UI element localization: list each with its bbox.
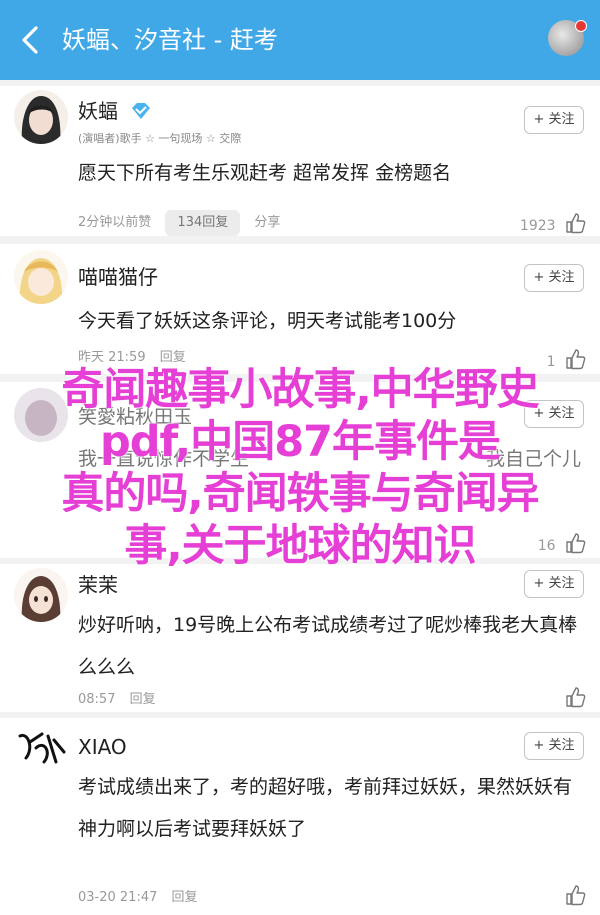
notification-dot	[575, 20, 587, 32]
thumbs-up-icon	[564, 884, 586, 906]
follow-button[interactable]: + 关注	[524, 106, 584, 134]
comment-author[interactable]: 茉茉	[78, 572, 118, 598]
comment-text: 炒好听呐，19号晚上公布考试成绩考过了呢炒棒我老大真棒么么么	[78, 614, 578, 678]
comment-time: 2分钟以前赞	[78, 215, 152, 230]
reply-button[interactable]: 回复	[130, 692, 156, 707]
thumbs-up-icon	[564, 686, 586, 708]
verified-badge-icon	[130, 102, 152, 120]
comment-text: 考试成绩出来了，考的超好哦，考前拜过妖妖，果然妖妖有神力啊以后考试要拜妖妖了	[78, 776, 573, 840]
overlay-headline: 奇闻趣事小故事,中华野史 pdf,中国87年事件是 真的吗,奇闻轶事与奇闻异 事…	[0, 364, 600, 572]
avatar[interactable]	[14, 90, 68, 144]
share-button[interactable]: 分享	[254, 215, 280, 230]
follow-button[interactable]: + 关注	[524, 570, 584, 598]
like-button[interactable]	[560, 884, 586, 906]
comment-author[interactable]: XIAO	[78, 734, 127, 760]
back-arrow-icon[interactable]	[16, 22, 48, 58]
avatar[interactable]	[14, 568, 68, 622]
comment-footer: 03-20 21:47 回复	[78, 886, 208, 910]
comment-time: 08:57	[78, 692, 116, 707]
comment-author[interactable]: 喵喵猫仔	[78, 264, 158, 290]
follow-button[interactable]: + 关注	[524, 264, 584, 292]
avatar[interactable]	[14, 250, 68, 304]
comment-time: 03-20 21:47	[78, 890, 158, 905]
top-bar: 妖蝠、汐音社 - 赶考	[0, 0, 600, 80]
comment-text: 今天看了妖妖这条评论，明天考试能考100分	[78, 310, 457, 332]
reply-button[interactable]: 回复	[160, 350, 186, 365]
reply-count-button[interactable]: 134回复	[165, 210, 241, 236]
comment-card: XIAO + 关注 考试成绩出来了，考的超好哦，考前拜过妖妖，果然妖妖有神力啊以…	[0, 718, 600, 915]
avatar[interactable]	[14, 722, 68, 776]
like-button[interactable]: 1923	[520, 212, 586, 234]
comment-card: 茉茉 + 关注 炒好听呐，19号晚上公布考试成绩考过了呢炒棒我老大真棒么么么 0…	[0, 564, 600, 712]
comment-time: 昨天 21:59	[78, 350, 146, 365]
overlay-line: pdf,中国87年事件是	[99, 417, 501, 467]
thumbs-up-icon	[564, 212, 586, 234]
comment-card: 喵喵猫仔 + 关注 今天看了妖妖这条评论，明天考试能考100分 昨天 21:59…	[0, 244, 600, 374]
follow-button[interactable]: + 关注	[524, 732, 584, 760]
like-button[interactable]	[560, 686, 586, 708]
overlay-line: 真的吗,奇闻轶事与奇闻异	[61, 469, 539, 519]
page-title: 妖蝠、汐音社 - 赶考	[62, 26, 278, 54]
author-tags: (演唱者)歌手 ☆ 一句现场 ☆ 交際	[78, 132, 242, 145]
comment-card: 妖蝠 (演唱者)歌手 ☆ 一句现场 ☆ 交際 + 关注 愿天下所有考生乐观赶考 …	[0, 86, 600, 236]
overlay-line: 事,关于地球的知识	[124, 521, 476, 571]
comment-text: 愿天下所有考生乐观赶考 超常发挥 金榜题名	[78, 162, 452, 184]
comment-author[interactable]: 妖蝠	[78, 98, 118, 124]
comment-footer: 08:57 回复	[78, 688, 166, 712]
reply-button[interactable]: 回复	[172, 890, 198, 905]
comment-footer: 2分钟以前赞 134回复 分享	[78, 210, 290, 236]
like-count: 1923	[519, 218, 556, 234]
overlay-line: 奇闻趣事小故事,中华野史	[61, 365, 539, 415]
